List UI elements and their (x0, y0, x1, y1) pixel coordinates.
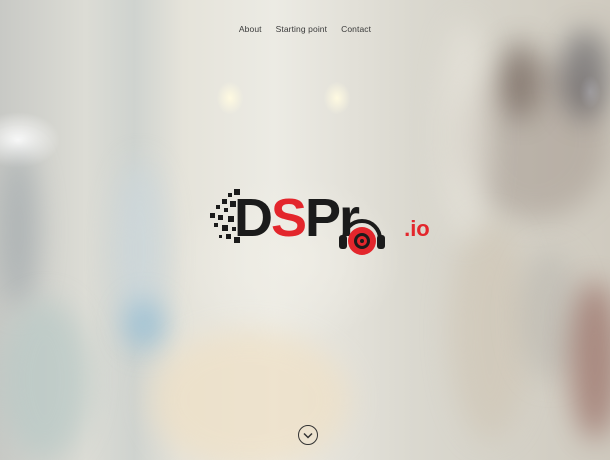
scroll-down-button[interactable] (298, 425, 318, 445)
logo-letter-d: D (234, 188, 273, 248)
logo-letter-s: S (271, 188, 307, 248)
top-nav: About Starting point Contact (0, 24, 610, 34)
logo-wordmark: DSPr .io (234, 191, 430, 245)
chevron-down-icon (303, 432, 313, 439)
logo-suffix: .io (404, 216, 430, 241)
dspro-logo: DSPr .io (210, 183, 430, 258)
nav-link-contact[interactable]: Contact (341, 24, 371, 34)
nav-link-starting-point[interactable]: Starting point (276, 24, 328, 34)
headphones-disc-icon (339, 219, 385, 255)
nav-link-about[interactable]: About (239, 24, 262, 34)
